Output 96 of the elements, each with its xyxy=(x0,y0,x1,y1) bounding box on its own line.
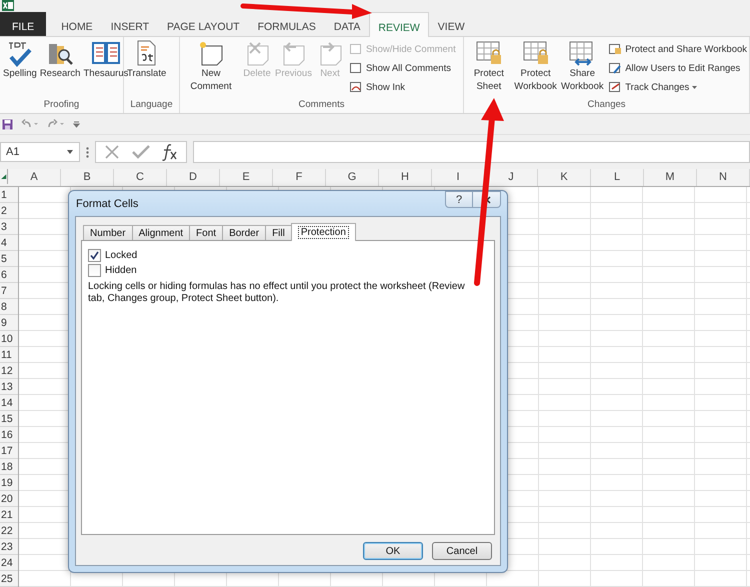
group-label: Comments xyxy=(298,99,346,112)
row-header[interactable]: 12 xyxy=(0,363,18,379)
dialog-button[interactable]: OK xyxy=(363,542,423,560)
row-header[interactable]: 14 xyxy=(0,395,18,411)
row-header[interactable]: 7 xyxy=(0,283,18,299)
column-header[interactable]: H xyxy=(379,169,432,186)
row-header[interactable]: 10 xyxy=(0,331,18,347)
row-header[interactable]: 11 xyxy=(0,347,18,363)
dialog-tab[interactable]: Border xyxy=(222,225,266,240)
cancel-icon[interactable] xyxy=(104,144,120,160)
checkbox[interactable] xyxy=(88,249,101,262)
note-icon xyxy=(348,61,363,75)
row-header[interactable]: 18 xyxy=(0,459,18,475)
row-header[interactable]: 19 xyxy=(0,475,18,491)
column-header[interactable]: A xyxy=(8,169,61,186)
excel-logo-icon xyxy=(2,0,14,11)
note-icon xyxy=(348,80,363,94)
column-header[interactable]: K xyxy=(538,169,591,186)
row-header[interactable]: 8 xyxy=(0,299,18,315)
ribbon-tab[interactable]: FORMULAS xyxy=(248,12,325,36)
function-icon[interactable] xyxy=(162,143,178,161)
row-header[interactable]: 20 xyxy=(0,491,18,507)
note-icon xyxy=(348,42,363,56)
row-header[interactable]: 4 xyxy=(0,235,18,251)
ribbon-button[interactable]: Protect Sheet xyxy=(466,39,512,99)
dialog-tab[interactable]: Alignment xyxy=(132,225,190,240)
ribbon-button[interactable]: Spelling xyxy=(2,39,38,99)
ribbon-tab[interactable]: HOME xyxy=(52,12,102,36)
ribbon-tab[interactable]: PAGE LAYOUT xyxy=(158,12,249,36)
column-header[interactable]: J xyxy=(485,169,538,186)
name-box[interactable]: A1 xyxy=(0,142,80,162)
row-header[interactable]: 22 xyxy=(0,523,18,539)
row-header[interactable]: 21 xyxy=(0,507,18,523)
save-icon[interactable] xyxy=(2,118,13,130)
row-header[interactable]: 9 xyxy=(0,315,18,331)
lock-sheet-icon xyxy=(608,42,622,56)
undo-icon[interactable] xyxy=(21,119,39,129)
group-label: Proofing xyxy=(42,99,80,112)
checkbox-label: Locked xyxy=(105,250,138,261)
formula-field[interactable] xyxy=(193,141,750,163)
dialog-tab[interactable]: Number xyxy=(83,225,133,240)
group-label: Changes xyxy=(586,99,627,112)
select-all-icon[interactable] xyxy=(0,169,8,184)
row-header[interactable]: 6 xyxy=(0,267,18,283)
ribbon-button[interactable]: Allow Users to Edit Ranges xyxy=(606,59,750,77)
dropdown-icon xyxy=(67,150,73,154)
checkbox-label: Hidden xyxy=(105,265,137,276)
dialog-tab[interactable]: Fill xyxy=(265,225,292,240)
column-header[interactable]: E xyxy=(220,169,273,186)
column-header[interactable]: L xyxy=(591,169,644,186)
row-header[interactable]: 13 xyxy=(0,379,18,395)
ribbon-button[interactable]: Share Workbook xyxy=(559,39,606,99)
group-label: Language xyxy=(129,99,174,112)
row-header[interactable]: 17 xyxy=(0,443,18,459)
column-header[interactable]: N xyxy=(697,169,750,186)
row-header[interactable]: 2 xyxy=(0,203,18,219)
tracking-icon xyxy=(608,80,622,94)
row-header[interactable]: 25 xyxy=(0,571,18,587)
ribbon-button[interactable]: Track Changes xyxy=(606,78,750,96)
row-header[interactable]: 24 xyxy=(0,555,18,571)
column-header[interactable]: G xyxy=(326,169,379,186)
column-header[interactable]: B xyxy=(61,169,114,186)
row-header[interactable]: 3 xyxy=(0,219,18,235)
ribbon-tab[interactable]: DATA xyxy=(324,12,370,36)
redo-icon[interactable] xyxy=(47,119,65,129)
ribbon-button[interactable]: Show All Comments xyxy=(346,59,458,77)
help-button[interactable]: ? xyxy=(445,191,473,208)
ribbon-tab[interactable]: REVIEW xyxy=(369,12,429,37)
ribbon-tab[interactable]: FILE xyxy=(0,12,46,36)
dialog-title: Format Cells xyxy=(76,198,138,210)
column-header[interactable]: I xyxy=(432,169,485,186)
column-header[interactable]: M xyxy=(644,169,697,186)
customize-menu-icon[interactable] xyxy=(73,120,80,128)
row-header[interactable]: 16 xyxy=(0,427,18,443)
ribbon-button[interactable]: Protect Workbook xyxy=(512,39,558,99)
ribbon-button[interactable]: Research xyxy=(38,39,82,99)
column-header[interactable]: C xyxy=(114,169,167,186)
column-header[interactable]: D xyxy=(167,169,220,186)
drag-handle-icon[interactable] xyxy=(86,146,89,158)
row-header[interactable]: 15 xyxy=(0,411,18,427)
row-header[interactable]: 1 xyxy=(0,187,18,203)
column-header[interactable]: F xyxy=(273,169,326,186)
ribbon-tab[interactable]: INSERT xyxy=(102,12,158,36)
dialog-tab[interactable]: Protection xyxy=(290,223,356,241)
info-text: Locking cells or hiding formulas has no effect until you protect the worksheet (Review tab, Changes group, Protect Sheet button). xyxy=(88,281,466,305)
dialog-button[interactable]: Cancel xyxy=(432,542,492,560)
dialog-tab[interactable]: Font xyxy=(189,225,224,240)
ribbon-button[interactable]: Protect and Share Workbook xyxy=(606,40,750,58)
check-icon[interactable] xyxy=(132,145,150,159)
row-header[interactable]: 5 xyxy=(0,251,18,267)
ribbon-tab[interactable]: VIEW xyxy=(428,12,474,36)
ribbon-button[interactable]: New Comment xyxy=(182,39,240,99)
ribbon-button[interactable]: Show Ink xyxy=(346,78,458,96)
edit-sheet-icon xyxy=(608,61,622,75)
row-header[interactable]: 23 xyxy=(0,539,18,555)
checkbox[interactable] xyxy=(88,264,101,277)
